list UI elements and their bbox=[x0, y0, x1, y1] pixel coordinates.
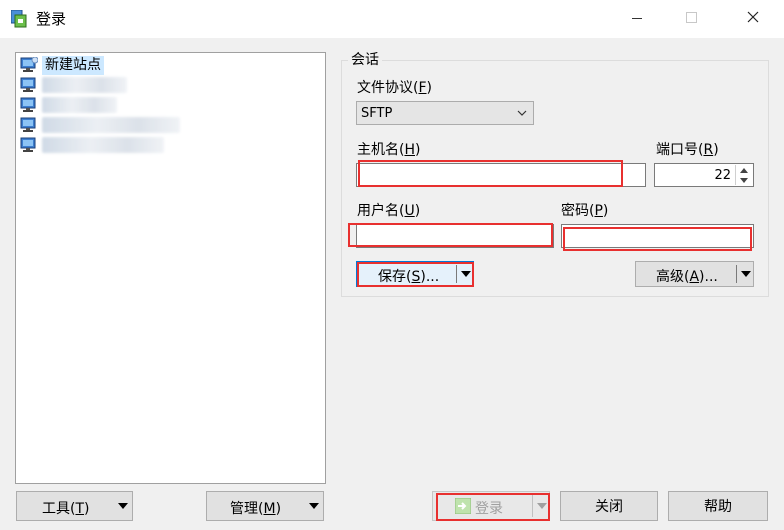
highlight-box bbox=[348, 223, 553, 247]
highlight-box bbox=[357, 262, 474, 287]
tree-item-new-site[interactable]: 新建站点 bbox=[20, 55, 104, 75]
manage-button-label: 管理(M) bbox=[230, 501, 282, 517]
highlight-box bbox=[563, 227, 752, 251]
password-label: 密码(P) bbox=[561, 203, 609, 219]
spin-down-icon[interactable] bbox=[736, 175, 752, 185]
session-group-title: 会话 bbox=[348, 52, 382, 68]
title-bar bbox=[0, 0, 784, 38]
tree-item-site[interactable] bbox=[20, 95, 117, 115]
tree-item-site[interactable] bbox=[20, 115, 180, 135]
computer-icon bbox=[20, 97, 38, 113]
port-label: 端口号(R) bbox=[656, 142, 719, 158]
app-icon bbox=[10, 9, 27, 28]
spin-up-icon[interactable] bbox=[736, 165, 752, 175]
window-title: 登录 bbox=[36, 10, 67, 28]
host-label: 主机名(H) bbox=[357, 142, 421, 158]
close-icon bbox=[747, 11, 759, 27]
protocol-select[interactable]: SFTP bbox=[356, 101, 534, 125]
redacted-site-name bbox=[42, 97, 117, 113]
redacted-site-name bbox=[42, 77, 127, 93]
tree-item-label: 新建站点 bbox=[42, 55, 104, 75]
protocol-label: 文件协议(F) bbox=[357, 80, 432, 96]
help-button[interactable]: 帮助 bbox=[668, 491, 768, 521]
port-input[interactable]: 22 bbox=[654, 163, 754, 187]
computer-icon bbox=[20, 117, 38, 133]
protocol-value: SFTP bbox=[361, 105, 393, 121]
advanced-button[interactable]: 高级(A)... bbox=[635, 261, 754, 287]
username-label: 用户名(U) bbox=[357, 203, 421, 219]
redacted-site-name bbox=[42, 137, 164, 153]
highlight-box bbox=[358, 160, 623, 187]
tree-item-site[interactable] bbox=[20, 135, 164, 155]
maximize-button[interactable] bbox=[668, 0, 714, 38]
port-value: 22 bbox=[714, 168, 731, 183]
close-window-button[interactable] bbox=[730, 0, 776, 38]
chevron-down-icon bbox=[115, 492, 131, 520]
close-button[interactable]: 关闭 bbox=[560, 491, 658, 521]
redacted-site-name bbox=[42, 117, 180, 133]
computer-icon bbox=[20, 137, 38, 153]
advanced-button-label: 高级(A)... bbox=[656, 269, 718, 285]
chevron-down-icon bbox=[306, 492, 322, 520]
highlight-box bbox=[436, 493, 550, 521]
chevron-down-icon bbox=[517, 107, 527, 122]
minimize-icon bbox=[632, 12, 642, 27]
site-tree[interactable]: 新建站点 bbox=[15, 52, 326, 484]
manage-button[interactable]: 管理(M) bbox=[206, 491, 324, 521]
chevron-down-icon[interactable] bbox=[738, 262, 754, 286]
minimize-button[interactable] bbox=[614, 0, 660, 38]
tools-button-label: 工具(T) bbox=[42, 501, 90, 517]
tree-item-site[interactable] bbox=[20, 75, 127, 95]
computer-icon bbox=[20, 77, 38, 93]
tools-button[interactable]: 工具(T) bbox=[16, 491, 133, 521]
maximize-icon bbox=[685, 11, 697, 27]
computer-icon bbox=[20, 56, 39, 73]
